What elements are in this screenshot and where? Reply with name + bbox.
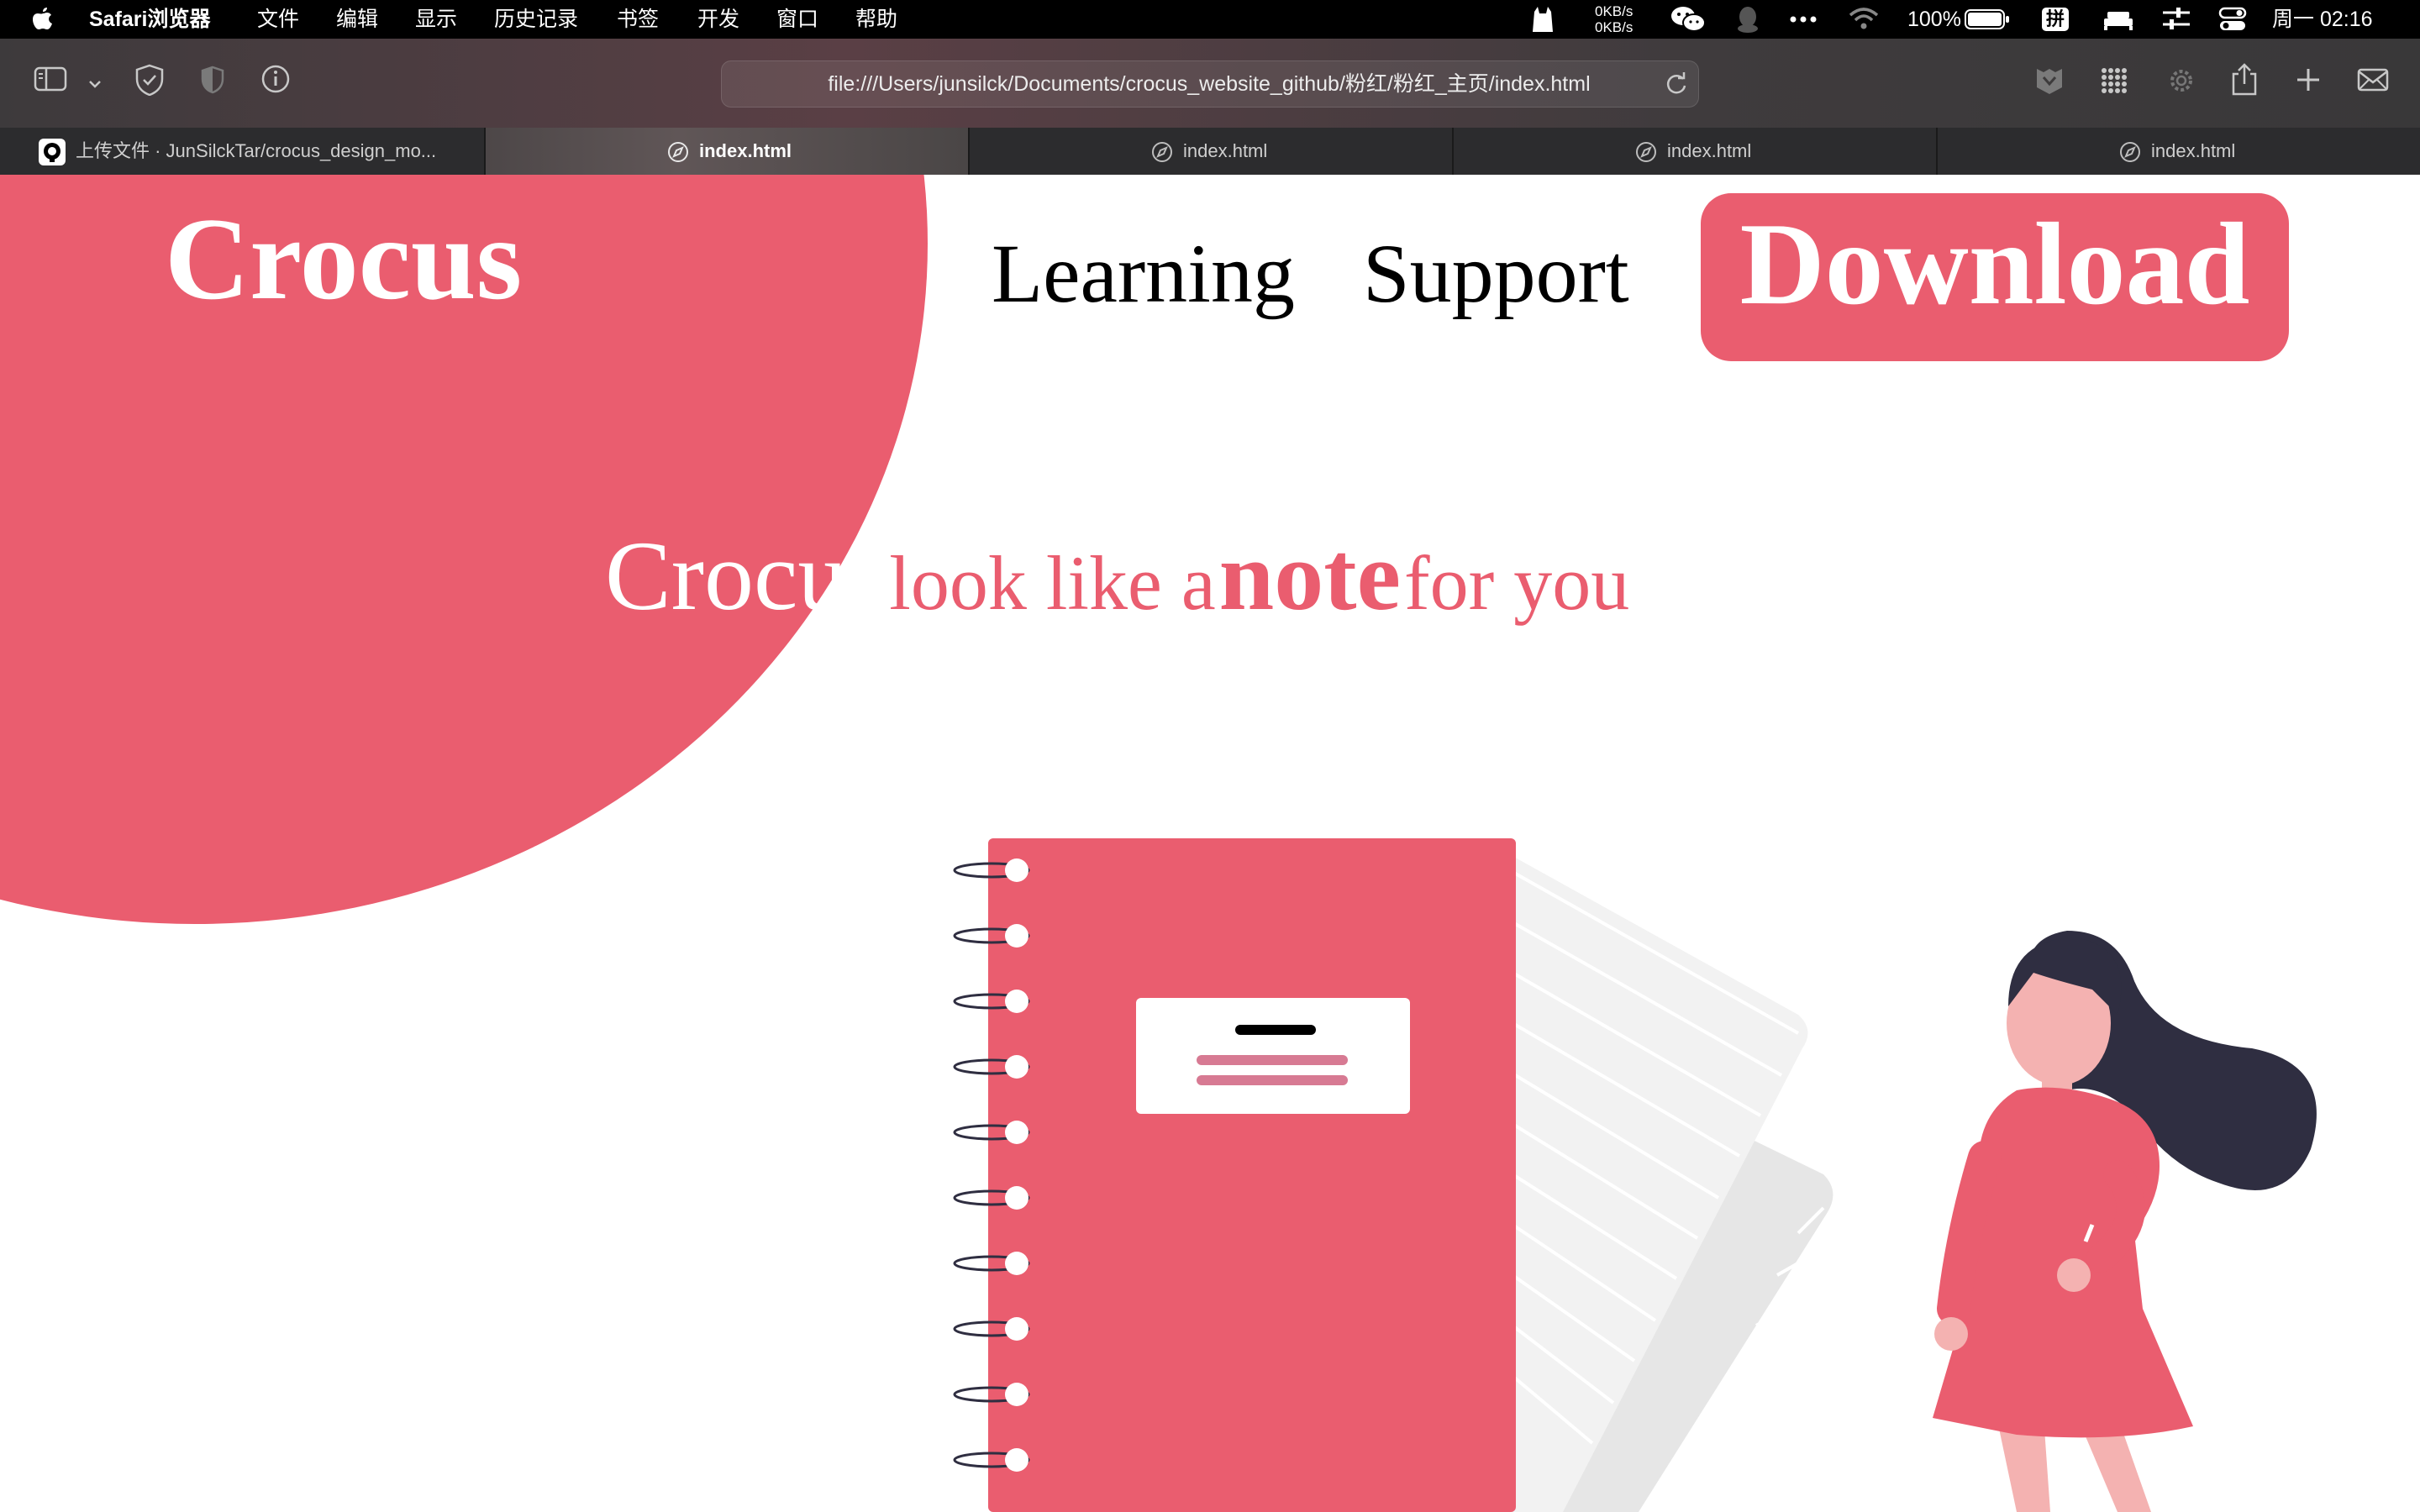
tab-index-3[interactable]: index.html (1452, 128, 1936, 175)
headline-note: note (1218, 521, 1401, 631)
paper-stack (1496, 847, 1833, 1512)
mail-icon[interactable] (2356, 66, 2390, 102)
woman-figure (1933, 931, 2317, 1512)
tab-label: index.html (1667, 140, 1752, 161)
notebook-label (1136, 998, 1410, 1114)
tab-bar: 上传文件 · JunSilckTar/crocus_design_mo... i… (0, 128, 2420, 175)
notebook-illustration (953, 838, 2317, 1512)
info-icon[interactable] (260, 64, 291, 102)
tab-label: index.html (1183, 140, 1268, 161)
input-method-icon[interactable]: 拼 (2042, 8, 2069, 31)
menu-bookmarks[interactable]: 书签 (617, 0, 659, 39)
privacy-shield-icon[interactable] (134, 64, 165, 103)
nav-support-link[interactable]: Support (1363, 225, 1629, 322)
download-button-label: Download (1739, 199, 2250, 329)
url-text[interactable]: file:///Users/junsilck/Documents/crocus_… (789, 61, 1629, 107)
headline-part1: look like a (889, 540, 1216, 626)
tab-label: index.html (2151, 140, 2236, 161)
extension-badge-icon[interactable] (2033, 66, 2065, 103)
nav-learning-link[interactable]: Learning (992, 225, 1295, 322)
sidebar-toggle-icon[interactable] (34, 66, 67, 100)
menu-help[interactable]: 帮助 (855, 0, 897, 39)
grid-icon[interactable] (2099, 66, 2129, 103)
menu-view[interactable]: 显示 (415, 0, 457, 39)
hero-headline: Crocus look like a note for you (605, 519, 1629, 633)
site-logo[interactable]: Crocus (165, 192, 522, 327)
compass-icon (2119, 141, 2141, 168)
tab-index-2[interactable]: index.html (968, 128, 1452, 175)
menu-edit[interactable]: 编辑 (336, 0, 378, 39)
menu-develop[interactable]: 开发 (697, 0, 739, 39)
headline-part2: for you (1403, 540, 1630, 626)
address-bar[interactable]: file:///Users/junsilck/Documents/crocus_… (721, 60, 1699, 108)
half-shield-icon[interactable] (200, 66, 225, 102)
download-button[interactable]: Download (1701, 193, 2289, 361)
battery-percent: 100% (1907, 8, 1961, 31)
tab-index-4[interactable]: index.html (1936, 128, 2420, 175)
share-icon[interactable] (2230, 62, 2259, 105)
headline-crocus: Crocus (605, 521, 886, 631)
site-logo-text: Crocus (165, 194, 523, 324)
menu-bar: Safari浏览器 文件 编辑 显示 历史记录 书签 开发 窗口 帮助 0KB/… (0, 0, 2420, 39)
notebook-cover (988, 838, 1516, 1512)
compass-icon (1151, 141, 1173, 168)
compass-icon (1635, 141, 1657, 168)
clock[interactable]: 周一 02:16 (2272, 0, 2373, 39)
reload-icon[interactable] (1665, 71, 1688, 101)
tab-index-active[interactable]: index.html (484, 128, 968, 175)
tab-label: index.html (699, 140, 792, 161)
new-tab-plus-icon[interactable] (2294, 66, 2323, 102)
menu-history[interactable]: 历史记录 (494, 0, 578, 39)
github-icon (39, 139, 66, 171)
gear-icon[interactable] (2166, 66, 2196, 103)
menu-file[interactable]: 文件 (257, 0, 299, 39)
net-upload-speed: 0KB/s (1595, 3, 1634, 19)
menu-app-name[interactable]: Safari浏览器 (89, 0, 210, 39)
net-download-speed: 0KB/s (1595, 19, 1634, 35)
web-page: Crocus Learning Support Download Crocus … (0, 175, 2420, 1512)
browser-toolbar: file:///Users/junsilck/Documents/crocus_… (0, 39, 2420, 128)
tab-github-upload[interactable]: 上传文件 · JunSilckTar/crocus_design_mo... (0, 128, 482, 175)
menu-window[interactable]: 窗口 (776, 0, 818, 39)
compass-icon (667, 141, 689, 168)
chevron-down-icon[interactable] (87, 69, 103, 102)
tab-label: 上传文件 · JunSilckTar/crocus_design_mo... (76, 140, 437, 161)
